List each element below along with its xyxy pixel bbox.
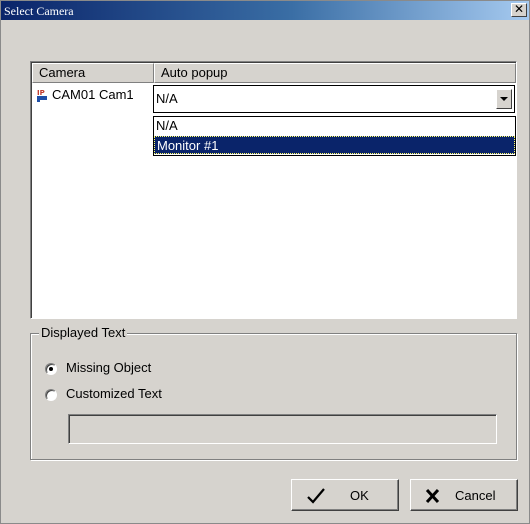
radio-missing-object[interactable] bbox=[45, 363, 57, 375]
close-button[interactable]: ✕ bbox=[511, 3, 527, 17]
option-na[interactable]: N/A bbox=[154, 117, 515, 135]
chevron-down-icon bbox=[500, 97, 508, 101]
ok-button[interactable]: OK bbox=[291, 479, 399, 511]
auto-popup-options: N/A Monitor #1 bbox=[153, 116, 516, 156]
auto-popup-value: N/A bbox=[156, 91, 178, 106]
ok-label: OK bbox=[350, 488, 369, 503]
radio-selected-dot bbox=[49, 367, 53, 371]
checkmark-icon bbox=[307, 488, 325, 504]
close-icon: ✕ bbox=[513, 2, 525, 16]
camera-name: CAM01 Cam1 bbox=[52, 87, 134, 102]
ip-camera-icon: IP bbox=[37, 89, 47, 102]
auto-popup-combo[interactable]: N/A bbox=[153, 85, 515, 113]
radio-customized-text-label[interactable]: Customized Text bbox=[66, 386, 162, 401]
customized-text-input[interactable] bbox=[68, 414, 497, 444]
list-header: Camera Auto popup bbox=[32, 63, 516, 83]
cross-icon bbox=[425, 488, 440, 504]
select-camera-dialog: Select Camera ✕ Camera Auto popup IP CAM… bbox=[0, 0, 530, 524]
radio-missing-object-label[interactable]: Missing Object bbox=[66, 360, 151, 375]
column-header-auto-popup[interactable]: Auto popup bbox=[154, 63, 516, 83]
cancel-button[interactable]: Cancel bbox=[410, 479, 518, 511]
dropdown-button[interactable] bbox=[496, 89, 512, 109]
cancel-label: Cancel bbox=[455, 488, 496, 503]
window-title: Select Camera bbox=[4, 4, 74, 18]
radio-customized-text[interactable] bbox=[45, 389, 57, 401]
group-legend: Displayed Text bbox=[39, 325, 128, 340]
column-header-camera[interactable]: Camera bbox=[32, 63, 154, 83]
title-bar[interactable]: Select Camera ✕ bbox=[1, 1, 529, 20]
svg-text:IP: IP bbox=[37, 89, 45, 97]
option-monitor-1[interactable]: Monitor #1 bbox=[154, 136, 515, 154]
